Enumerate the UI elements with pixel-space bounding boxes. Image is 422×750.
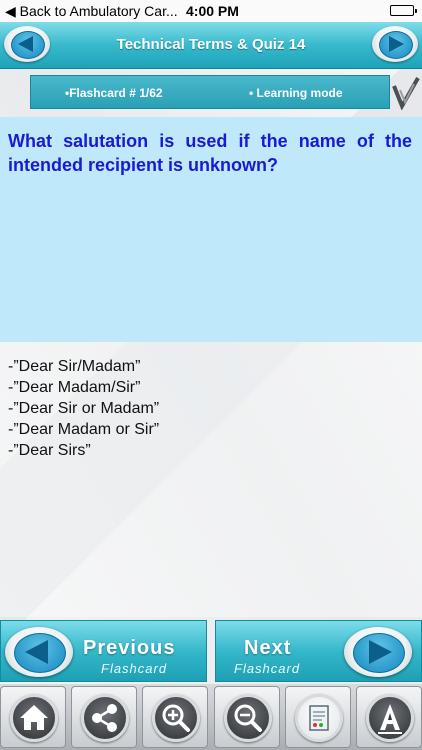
next-flashcard-button[interactable]: Next Flashcard [215,620,422,682]
battery-icon [390,5,417,16]
previous-flashcard-button[interactable]: Previous Flashcard [0,620,207,682]
back-to-app-link[interactable]: ◀ Back to Ambulatory Car... [5,3,178,20]
answer-item: -”Dear Sir/Madam” [8,358,141,375]
header-bar: Technical Terms & Quiz 14 [0,22,422,69]
home-icon [20,705,48,730]
font-button[interactable] [356,686,422,748]
right-arrow-icon [389,36,404,52]
left-arrow-icon [25,640,48,664]
zoom-out-icon [234,704,262,732]
answer-item: -”Dear Madam/Sir” [8,379,141,396]
right-arrow-icon [369,640,392,664]
next-sublabel: Flashcard [234,661,301,676]
question-text: What salutation is used if the name of t… [8,131,412,175]
font-icon [378,704,402,734]
flashcard-counter: •Flashcard # 1/62 [65,86,163,100]
zoom-in-icon [162,704,190,732]
bottom-toolbar [0,684,422,750]
mode-indicator: • Learning mode [249,86,343,100]
share-button[interactable] [71,686,137,748]
answer-item: -”Dear Madam or Sir” [8,421,160,438]
home-button[interactable] [0,686,66,748]
zoom-in-button[interactable] [142,686,208,748]
answer-panel: -”Dear Sir/Madam” -”Dear Madam/Sir” -”De… [0,342,422,617]
answer-item: -”Dear Sir or Madam” [8,400,160,417]
answer-list: -”Dear Sir/Madam” -”Dear Madam/Sir” -”De… [8,356,159,461]
back-arrow-icon: ◀ [5,3,16,19]
share-icon [92,704,117,732]
back-to-app-label: Back to Ambulatory Car... [19,3,178,19]
flashcard-info-bar: •Flashcard # 1/62 • Learning mode [30,75,390,109]
previous-label: Previous [83,637,176,659]
question-panel: What salutation is used if the name of t… [0,117,422,342]
page-title: Technical Terms & Quiz 14 [116,36,306,53]
status-time: 4:00 PM [186,3,239,19]
notes-icon [309,705,329,731]
header-next-button[interactable] [372,26,418,62]
zoom-out-button[interactable] [214,686,280,748]
status-bar: ◀ Back to Ambulatory Car... 4:00 PM [0,0,422,22]
brand-logo-icon [392,77,420,110]
answer-item: -”Dear Sirs” [8,442,91,459]
notes-button[interactable] [285,686,351,748]
next-label: Next [244,637,292,659]
previous-sublabel: Flashcard [101,661,168,676]
